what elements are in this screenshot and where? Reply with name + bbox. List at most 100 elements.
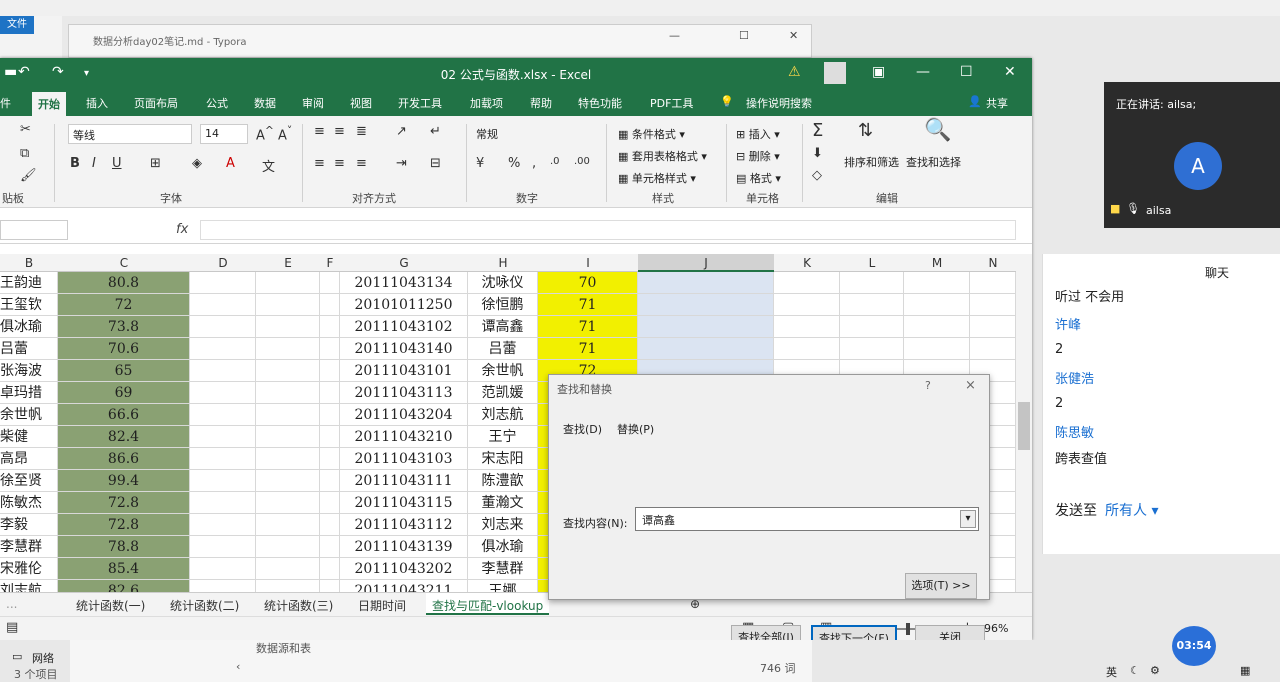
cell[interactable]: 王韵迪 <box>0 272 58 294</box>
find-what-input[interactable]: 谭高鑫 ▾ <box>635 507 979 531</box>
cell[interactable] <box>904 316 970 338</box>
cell[interactable]: 李毅 <box>0 514 58 536</box>
cell[interactable] <box>320 448 340 470</box>
help-icon[interactable]: ? <box>925 379 931 392</box>
cell[interactable] <box>970 272 1016 294</box>
cell[interactable] <box>256 360 320 382</box>
cell[interactable] <box>256 580 320 592</box>
delete-cells-button[interactable]: ⊟ 删除 ▾ <box>736 148 780 164</box>
cell[interactable]: 陈澧歆 <box>468 470 538 492</box>
bold-icon[interactable]: B <box>70 156 80 171</box>
col-header-l[interactable]: L <box>840 256 904 270</box>
cell[interactable] <box>320 404 340 426</box>
cell[interactable] <box>840 272 904 294</box>
cell[interactable] <box>256 404 320 426</box>
cell[interactable]: 徐恒鹏 <box>468 294 538 316</box>
font-name-select[interactable]: 等线 <box>68 124 192 144</box>
tab-developer[interactable]: 开发工具 <box>398 95 442 111</box>
find-select-icon[interactable]: 🔍 <box>924 118 951 143</box>
chevron-down-icon[interactable]: ▾ <box>960 510 976 528</box>
fx-icon[interactable]: fx <box>176 222 188 237</box>
tab-view[interactable]: 视图 <box>350 95 372 111</box>
cell[interactable]: 王玺钦 <box>0 294 58 316</box>
cell[interactable]: 俱冰瑜 <box>468 536 538 558</box>
sheet-tab[interactable]: 统计函数(一) <box>76 597 145 614</box>
cell[interactable]: 20111043211 <box>340 580 468 592</box>
cell[interactable]: 余世帆 <box>468 360 538 382</box>
cell[interactable]: 82.4 <box>58 426 190 448</box>
cell[interactable] <box>256 294 320 316</box>
cell[interactable] <box>190 426 256 448</box>
sheet-tab-active[interactable]: 查找与匹配-vlookup <box>426 593 550 615</box>
cell[interactable] <box>774 316 840 338</box>
tab-file[interactable]: 件 <box>0 95 11 111</box>
vertical-scrollbar[interactable] <box>1016 254 1032 592</box>
cell[interactable] <box>638 316 774 338</box>
cell[interactable] <box>190 492 256 514</box>
cell[interactable]: 20111043113 <box>340 382 468 404</box>
col-header-n[interactable]: N <box>970 256 1016 270</box>
warning-icon[interactable]: ⚠ <box>788 64 801 80</box>
cell[interactable]: 20111043101 <box>340 360 468 382</box>
cell[interactable]: 俱冰瑜 <box>0 316 58 338</box>
cell[interactable] <box>774 272 840 294</box>
insert-cells-button[interactable]: ⊞ 插入 ▾ <box>736 126 780 142</box>
cell[interactable] <box>320 294 340 316</box>
grid-icon[interactable]: ▦ <box>1240 664 1250 677</box>
merge-icon[interactable]: ⊟ <box>430 156 441 171</box>
cell[interactable] <box>190 360 256 382</box>
file-menu[interactable]: 文件 <box>0 16 34 34</box>
close-icon[interactable]: ✕ <box>789 29 798 42</box>
underline-icon[interactable]: U <box>112 156 122 171</box>
percent-icon[interactable]: % <box>508 156 520 171</box>
sort-filter-icon[interactable]: ⇅ <box>858 120 873 141</box>
cell[interactable]: 20111043102 <box>340 316 468 338</box>
cell[interactable]: 高昂 <box>0 448 58 470</box>
tab-data[interactable]: 数据 <box>254 95 276 111</box>
share-button[interactable]: 共享 <box>986 95 1008 111</box>
cell[interactable]: 王娜 <box>468 580 538 592</box>
orientation-icon[interactable]: ↗ <box>396 124 407 139</box>
phonetic-icon[interactable]: 文 <box>262 156 275 175</box>
tab-addins[interactable]: 加载项 <box>470 95 503 111</box>
cell[interactable] <box>190 470 256 492</box>
close-icon[interactable]: × <box>965 378 976 393</box>
maximize-icon[interactable]: ☐ <box>739 29 749 42</box>
cell[interactable] <box>320 360 340 382</box>
send-to-select[interactable]: 所有人 ▾ <box>1105 500 1158 520</box>
col-header-d[interactable]: D <box>190 256 256 270</box>
cell[interactable] <box>190 294 256 316</box>
formula-input[interactable] <box>200 220 1016 240</box>
ribbon-display-icon[interactable]: ▣ <box>872 64 885 80</box>
cell[interactable]: 71 <box>538 338 638 360</box>
align-right-icon[interactable]: ≡ <box>356 156 367 171</box>
fill-color-icon[interactable]: ◈ <box>192 156 202 171</box>
tab-home[interactable]: 开始 <box>32 92 66 116</box>
cut-icon[interactable]: ✂ <box>20 122 31 137</box>
sheet-tab[interactable]: 日期时间 <box>358 597 406 614</box>
cell[interactable]: 王宁 <box>468 426 538 448</box>
cell[interactable]: 71 <box>538 316 638 338</box>
col-header-g[interactable]: G <box>340 256 468 270</box>
format-painter-icon[interactable]: 🖌 <box>20 168 37 183</box>
moon-icon[interactable]: ☾ <box>1130 664 1140 677</box>
cell[interactable] <box>190 404 256 426</box>
sort-filter-button[interactable]: 排序和筛选 <box>844 154 899 170</box>
tab-pdf-tools[interactable]: PDF工具 <box>650 95 693 111</box>
cell[interactable]: 宋雅伦 <box>0 558 58 580</box>
shrink-font-icon[interactable]: A˅ <box>278 124 292 143</box>
cell[interactable]: 刘志来 <box>468 514 538 536</box>
cell[interactable] <box>638 272 774 294</box>
minimize-icon[interactable]: — <box>916 64 930 80</box>
cell[interactable]: 72.8 <box>58 514 190 536</box>
sheet-tab[interactable]: 统计函数(三) <box>264 597 333 614</box>
cell[interactable] <box>256 272 320 294</box>
cell[interactable] <box>256 492 320 514</box>
align-top-icon[interactable]: ≡ <box>314 124 325 139</box>
cell[interactable] <box>774 338 840 360</box>
cell[interactable] <box>840 316 904 338</box>
cell[interactable] <box>320 558 340 580</box>
cell[interactable] <box>256 338 320 360</box>
cell[interactable]: 徐至贤 <box>0 470 58 492</box>
minimize-icon[interactable]: — <box>669 29 680 42</box>
